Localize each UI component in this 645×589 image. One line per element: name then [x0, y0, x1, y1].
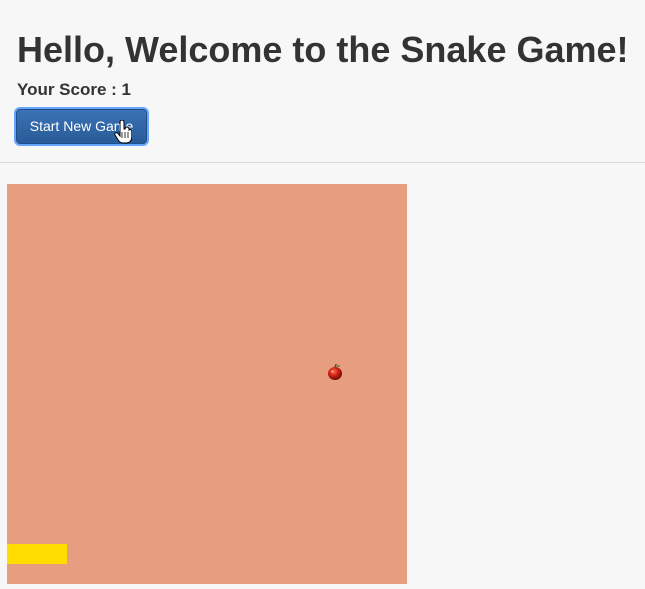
page-header: Hello, Welcome to the Snake Game! Your S… [0, 0, 645, 163]
apple-icon [328, 363, 342, 380]
snake-segment-tail [7, 544, 27, 564]
snake-segment-body [27, 544, 47, 564]
start-new-game-button[interactable]: Start New Game [16, 109, 147, 144]
page-title: Hello, Welcome to the Snake Game! [17, 29, 629, 70]
snake-segment-head [47, 544, 67, 564]
score-display: Your Score : 1 [17, 80, 131, 99]
game-board[interactable] [7, 184, 407, 584]
